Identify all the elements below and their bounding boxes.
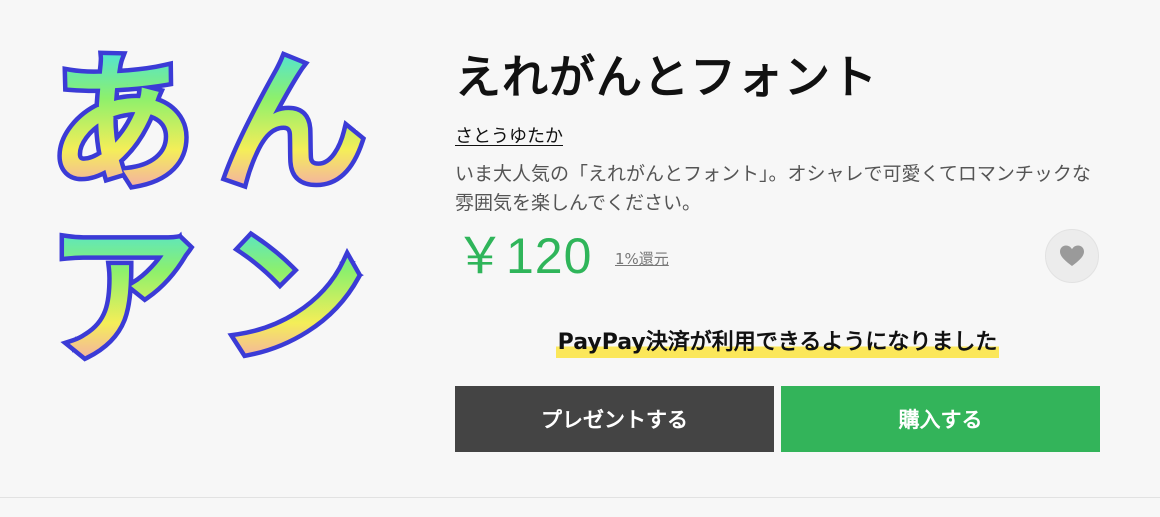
product-title: えれがんとフォント bbox=[455, 50, 878, 104]
buy-button[interactable]: 購入する bbox=[781, 386, 1100, 452]
heart-icon bbox=[1060, 245, 1084, 266]
font-preview-image: あ ん ア ン bbox=[40, 30, 380, 388]
paypay-notice-text: PayPay決済が利用できるようになりました bbox=[555, 328, 1000, 358]
paypay-notice: PayPay決済が利用できるようになりました bbox=[455, 328, 1100, 358]
preview-glyph-3: ア bbox=[48, 211, 196, 370]
cashback-link[interactable]: 1%還元 bbox=[615, 248, 669, 269]
preview-glyph-4: ン bbox=[218, 211, 366, 370]
section-divider bbox=[0, 497, 1160, 498]
preview-glyph-2: ん bbox=[218, 38, 366, 210]
price-row: ￥120 1%還元 bbox=[455, 226, 1105, 286]
favorite-button[interactable] bbox=[1045, 229, 1099, 283]
product-description: いま大人気の「えれがんとフォント」。オシャレで可愛くてロマンチックな雰囲気を楽し… bbox=[455, 163, 1091, 214]
author-link[interactable]: さとうゆたか bbox=[455, 122, 563, 148]
preview-glyph-1: あ bbox=[48, 38, 196, 210]
font-preview-glyphs: あ ん ア ン bbox=[44, 34, 371, 388]
price: ￥120 bbox=[455, 228, 593, 284]
gift-button[interactable]: プレゼントする bbox=[455, 386, 774, 452]
